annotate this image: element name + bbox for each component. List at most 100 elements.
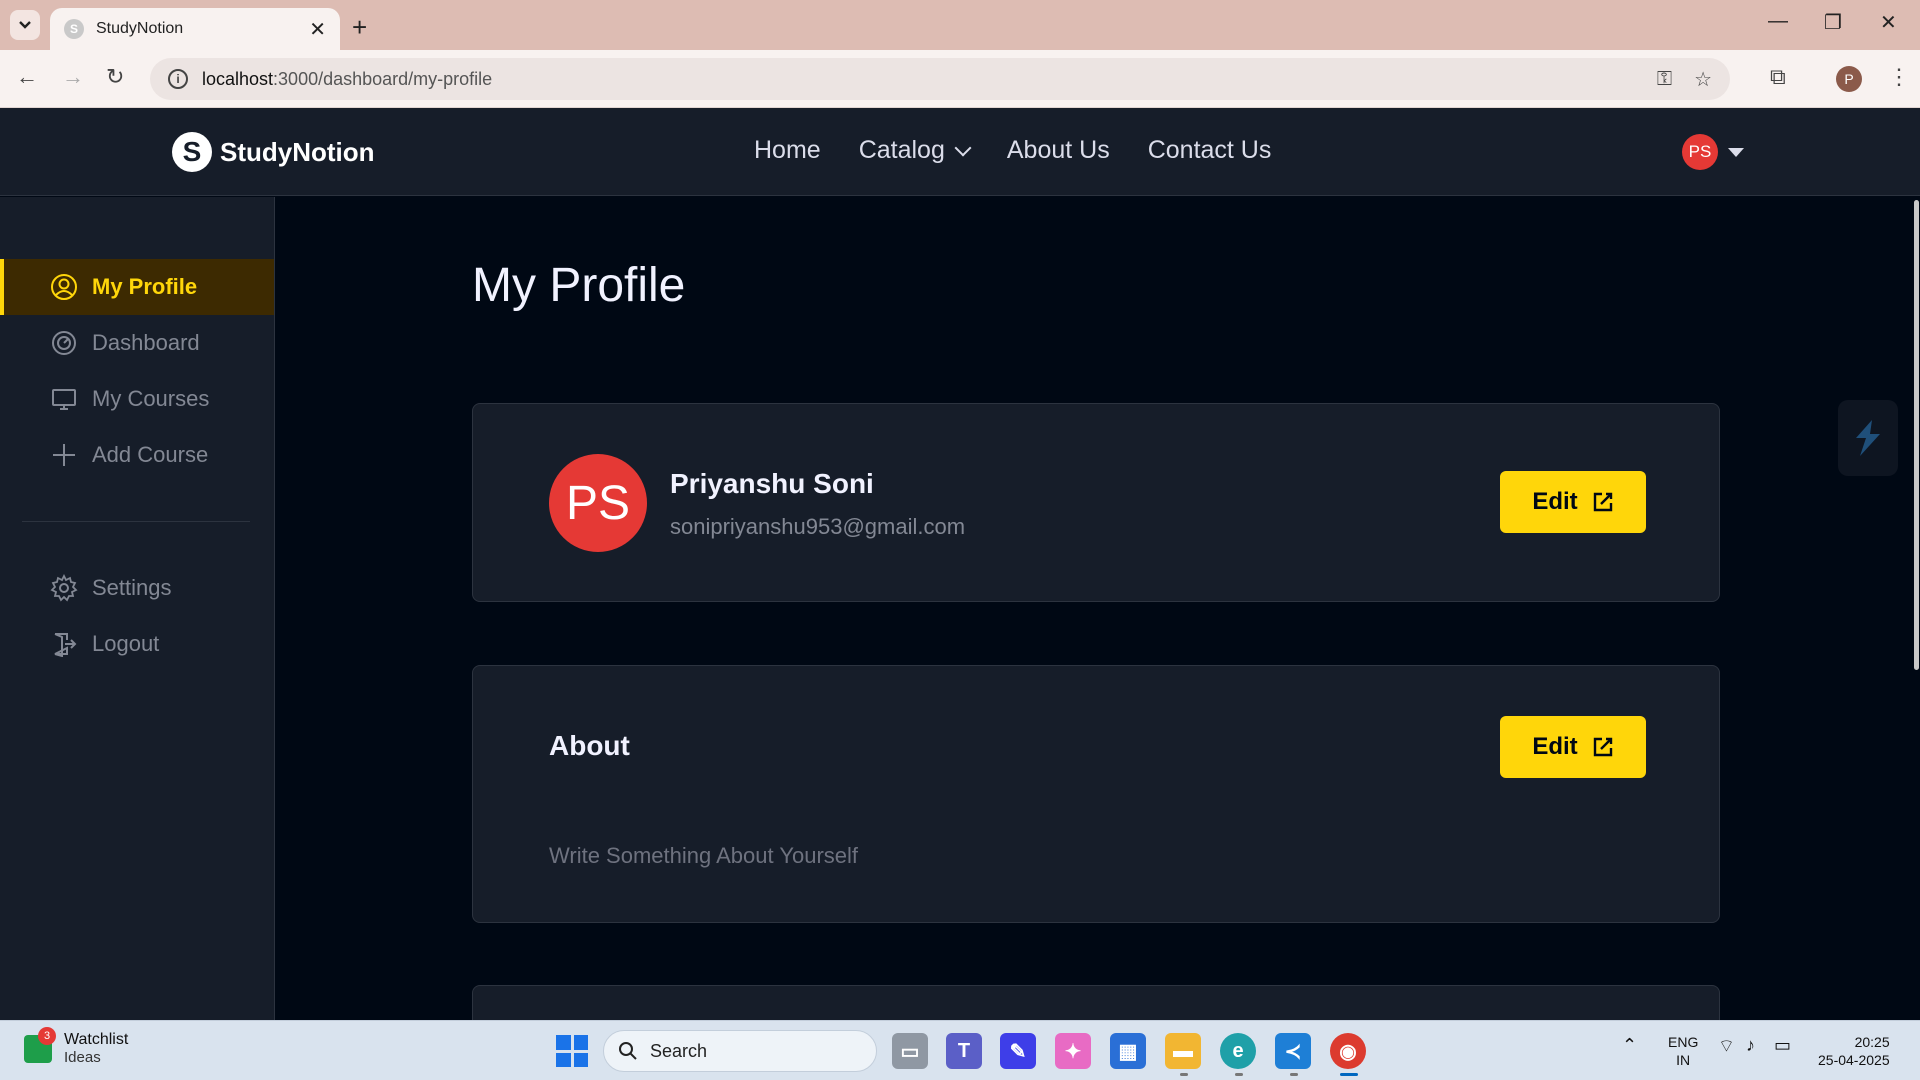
- edit-button-label: Edit: [1532, 488, 1578, 515]
- forward-icon[interactable]: →: [62, 64, 84, 90]
- notification-badge: 3: [38, 1026, 56, 1045]
- sidebar-item-label: My Courses: [92, 386, 210, 411]
- back-icon[interactable]: ←: [16, 64, 38, 90]
- file-explorer-icon[interactable]: ▬: [1165, 1033, 1201, 1069]
- volume-icon[interactable]: ♪: [1746, 1035, 1755, 1056]
- copilot-icon[interactable]: ✦: [1055, 1033, 1091, 1069]
- edit-profile-button[interactable]: Edit: [1500, 471, 1646, 533]
- about-card: About Edit Write Something About Yoursel…: [472, 665, 1720, 923]
- profile-name: Priyanshu Soni: [670, 468, 874, 499]
- nav-catalog[interactable]: Catalog: [858, 136, 972, 165]
- nav-catalog-label: Catalog: [858, 136, 945, 164]
- running-indicator: [1235, 1073, 1243, 1076]
- active-app-indicator: [1340, 1073, 1358, 1076]
- user-circle-icon: [50, 273, 78, 301]
- site-navbar: S StudyNotion Home Catalog About Us Cont…: [0, 108, 1920, 196]
- sidebar-item-label: Dashboard: [92, 330, 200, 355]
- floating-extension-widget[interactable]: [1838, 400, 1898, 476]
- extension-logo-icon: [1856, 420, 1880, 456]
- system-clock[interactable]: 20:25 25-04-2025: [1818, 1033, 1890, 1069]
- new-tab-icon[interactable]: +: [352, 12, 367, 43]
- tab-search-button[interactable]: [10, 10, 40, 40]
- editor-app-icon[interactable]: ✎: [1000, 1033, 1036, 1069]
- sidebar-item-add-course[interactable]: Add Course: [0, 427, 274, 483]
- store-icon[interactable]: ▦: [1110, 1033, 1146, 1069]
- restore-icon[interactable]: ❐: [1824, 10, 1842, 35]
- nav-about-us[interactable]: About Us: [1007, 136, 1110, 165]
- logout-icon: [50, 630, 78, 658]
- edge-icon[interactable]: e: [1220, 1033, 1256, 1069]
- windows-taskbar: 3 Watchlist Ideas Search ▭ T ✎ ✦ ▦ ▬ e ≺…: [0, 1020, 1920, 1080]
- battery-icon[interactable]: ▭: [1774, 1035, 1791, 1056]
- edit-about-button[interactable]: Edit: [1500, 716, 1646, 778]
- site-info-icon[interactable]: i: [168, 69, 188, 89]
- address-bar[interactable]: i localhost:3000/dashboard/my-profile ⚿ …: [150, 58, 1730, 100]
- search-icon: [619, 1042, 637, 1060]
- wifi-icon[interactable]: ⌔: [1718, 1035, 1735, 1058]
- clock-date: 25-04-2025: [1818, 1052, 1890, 1068]
- clock-time: 20:25: [1854, 1034, 1890, 1050]
- browser-tab-strip: S StudyNotion ✕ + — ❐ ✕: [0, 0, 1920, 50]
- bookmark-star-icon[interactable]: ☆: [1694, 67, 1712, 92]
- dashboard-gauge-icon: [50, 329, 78, 357]
- tray-chevron-up-icon[interactable]: ⌃: [1622, 1035, 1637, 1056]
- caret-down-icon[interactable]: [1728, 148, 1744, 157]
- sidebar-item-label: Logout: [92, 631, 160, 656]
- user-avatar[interactable]: PS: [1682, 134, 1718, 170]
- address-toolbar: ← → ↻ i localhost:3000/dashboard/my-prof…: [0, 50, 1920, 108]
- tab-title: StudyNotion: [96, 20, 184, 37]
- logo-text: StudyNotion: [220, 136, 375, 167]
- edit-icon: [1592, 491, 1614, 513]
- taskbar-search[interactable]: Search: [603, 1030, 877, 1072]
- password-key-icon[interactable]: ⚿: [1657, 68, 1672, 91]
- browser-profile-avatar[interactable]: P: [1836, 66, 1862, 92]
- sidebar: My Profile Dashboard My Courses Add Cour…: [0, 197, 275, 1020]
- lang-primary: ENG: [1668, 1034, 1699, 1050]
- widget-subtitle: Ideas: [64, 1049, 101, 1066]
- chevron-down-icon: [954, 139, 972, 156]
- sidebar-item-my-courses[interactable]: My Courses: [0, 371, 274, 427]
- nav-contact-us[interactable]: Contact Us: [1148, 136, 1272, 165]
- sidebar-item-logout[interactable]: Logout: [0, 616, 274, 672]
- url-text: localhost:3000/dashboard/my-profile: [202, 68, 493, 89]
- tab-close-icon[interactable]: ✕: [309, 17, 326, 42]
- minimize-icon[interactable]: —: [1768, 10, 1788, 33]
- reload-icon[interactable]: ↻: [106, 64, 124, 90]
- edit-button-label: Edit: [1532, 733, 1578, 760]
- sidebar-item-label: Add Course: [92, 442, 209, 467]
- language-indicator[interactable]: ENG IN: [1668, 1033, 1698, 1069]
- stock-chart-icon: 3: [24, 1026, 56, 1063]
- browser-menu-icon[interactable]: ⋮: [1888, 64, 1910, 90]
- widget-title: Watchlist: [64, 1031, 129, 1048]
- teams-icon[interactable]: T: [946, 1033, 982, 1069]
- chrome-icon[interactable]: ◉: [1330, 1033, 1366, 1069]
- about-title: About: [549, 730, 630, 761]
- sidebar-item-label: My Profile: [92, 274, 198, 299]
- windows-start-icon[interactable]: [556, 1035, 588, 1067]
- browser-tab[interactable]: S StudyNotion ✕: [50, 8, 340, 50]
- sidebar-item-dashboard[interactable]: Dashboard: [0, 315, 274, 371]
- nav-links: Home Catalog About Us Contact Us: [754, 136, 1271, 165]
- sidebar-item-my-profile[interactable]: My Profile: [0, 259, 274, 315]
- lang-secondary: IN: [1676, 1052, 1691, 1068]
- nav-home[interactable]: Home: [754, 136, 821, 165]
- scrollbar-thumb[interactable]: [1914, 200, 1919, 670]
- task-view-icon[interactable]: ▭: [892, 1033, 928, 1069]
- extensions-icon[interactable]: ⧉: [1770, 64, 1786, 90]
- edit-icon: [1592, 736, 1614, 758]
- page-title: My Profile: [472, 259, 686, 312]
- vscode-icon[interactable]: ≺: [1275, 1033, 1311, 1069]
- watchlist-widget[interactable]: 3 Watchlist Ideas: [24, 1026, 129, 1066]
- running-indicator: [1180, 1073, 1188, 1076]
- plus-icon: [50, 441, 78, 469]
- logo[interactable]: S StudyNotion: [172, 132, 375, 172]
- chevron-down-icon: [19, 21, 31, 29]
- running-indicator: [1290, 1073, 1298, 1076]
- sidebar-divider: [22, 521, 250, 522]
- window-close-icon[interactable]: ✕: [1880, 10, 1897, 35]
- tab-favicon: S: [64, 19, 84, 39]
- gear-icon: [50, 574, 78, 602]
- profile-email: sonipriyanshu953@gmail.com: [670, 514, 966, 539]
- profile-avatar: PS: [549, 454, 647, 552]
- sidebar-item-settings[interactable]: Settings: [0, 560, 274, 616]
